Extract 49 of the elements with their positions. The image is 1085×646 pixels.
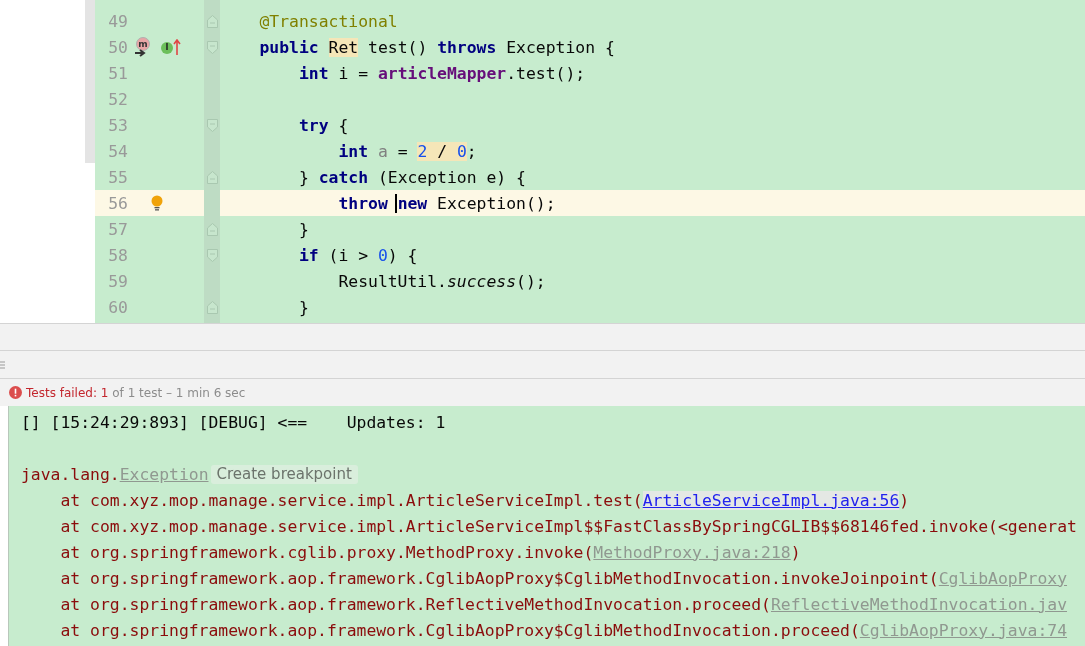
console-line: at com.xyz.mop.manage.service.impl.ArticleServiceImpl$$FastClassBySpringCGLIB$$68146fed.invoke(<generat bbox=[59, 516, 1077, 536]
line-number: 58 bbox=[107, 245, 129, 265]
source-link[interactable]: CglibAopProxy bbox=[938, 568, 1068, 588]
code-line: if (i > 0) { bbox=[297, 245, 418, 265]
line-number: 59 bbox=[107, 271, 129, 291]
fold-marker-icon[interactable] bbox=[206, 170, 218, 184]
code-line: public Ret test() throws Exception { bbox=[258, 37, 615, 57]
line-number: 60 bbox=[107, 297, 129, 317]
error-icon bbox=[9, 386, 22, 399]
source-link[interactable]: CglibAopProxy.java:74 bbox=[859, 620, 1067, 640]
line-number: 55 bbox=[107, 167, 129, 187]
console-line: [] [15:24:29:893] [DEBUG] <== Updates: 1 bbox=[21, 412, 446, 432]
source-link[interactable]: Exception bbox=[119, 464, 209, 484]
console-line: at org.springframework.aop.framework.CglibAopProxy$CglibMethodInvocation.invokeJoinpoint(CglibAopProxy bbox=[59, 568, 1068, 588]
line-number: 53 bbox=[107, 115, 129, 135]
code-line: try { bbox=[297, 115, 349, 135]
line-number: 49 bbox=[107, 11, 129, 31]
code-line: ResultUtil.success(); bbox=[337, 271, 546, 291]
line-number: 51 bbox=[107, 63, 129, 83]
fold-marker-icon[interactable] bbox=[206, 248, 218, 262]
source-link[interactable]: ArticleServiceImpl.java:56 bbox=[642, 490, 900, 510]
code-line: } bbox=[297, 297, 309, 317]
line-number: 56 bbox=[107, 193, 129, 213]
fold-marker-icon[interactable] bbox=[206, 40, 218, 54]
fold-marker-icon[interactable] bbox=[206, 222, 218, 236]
code-line: @Transactional bbox=[258, 11, 398, 31]
code-line: } bbox=[297, 219, 309, 239]
console-line: at org.springframework.aop.framework.ReflectiveMethodInvocation.proceed(ReflectiveMethodInvocation.jav bbox=[59, 594, 1067, 614]
console-line: at org.springframework.aop.framework.CglibAopProxy$CglibMethodInvocation.proceed(CglibAopProxy.java:74 bbox=[59, 620, 1067, 640]
fold-marker-icon[interactable] bbox=[206, 300, 218, 314]
code-line: int i = articleMapper.test(); bbox=[297, 63, 586, 83]
menu-icon[interactable] bbox=[0, 359, 5, 370]
source-link[interactable]: MethodProxy.java:218 bbox=[593, 542, 791, 562]
source-link[interactable]: ReflectiveMethodInvocation.jav bbox=[770, 594, 1067, 614]
lightbulb-icon[interactable] bbox=[151, 195, 163, 211]
line-number: 54 bbox=[107, 141, 129, 161]
fold-marker-icon[interactable] bbox=[206, 118, 218, 132]
code-line: int a = 2 / 0; bbox=[337, 141, 477, 161]
tooltip: Create breakpoint bbox=[210, 464, 358, 484]
console-line: at org.springframework.cglib.proxy.MethodProxy.invoke(MethodProxy.java:218) bbox=[59, 542, 801, 562]
line-number: 50 bbox=[107, 37, 129, 57]
code-line: } catch (Exception e) { bbox=[297, 167, 526, 187]
console-line: at com.xyz.mop.manage.service.impl.ArticleServiceImpl.test(ArticleServiceImpl.java:56) bbox=[59, 490, 910, 510]
fold-marker-icon[interactable] bbox=[206, 14, 218, 28]
line-number: 57 bbox=[107, 219, 129, 239]
line-number: 52 bbox=[107, 89, 129, 109]
console-line: java.lang.Exception bbox=[21, 464, 209, 484]
test-status-text: Tests failed: 1 of 1 test – 1 min 6 sec bbox=[26, 385, 246, 400]
code-line: throw new Exception(); bbox=[337, 193, 556, 213]
